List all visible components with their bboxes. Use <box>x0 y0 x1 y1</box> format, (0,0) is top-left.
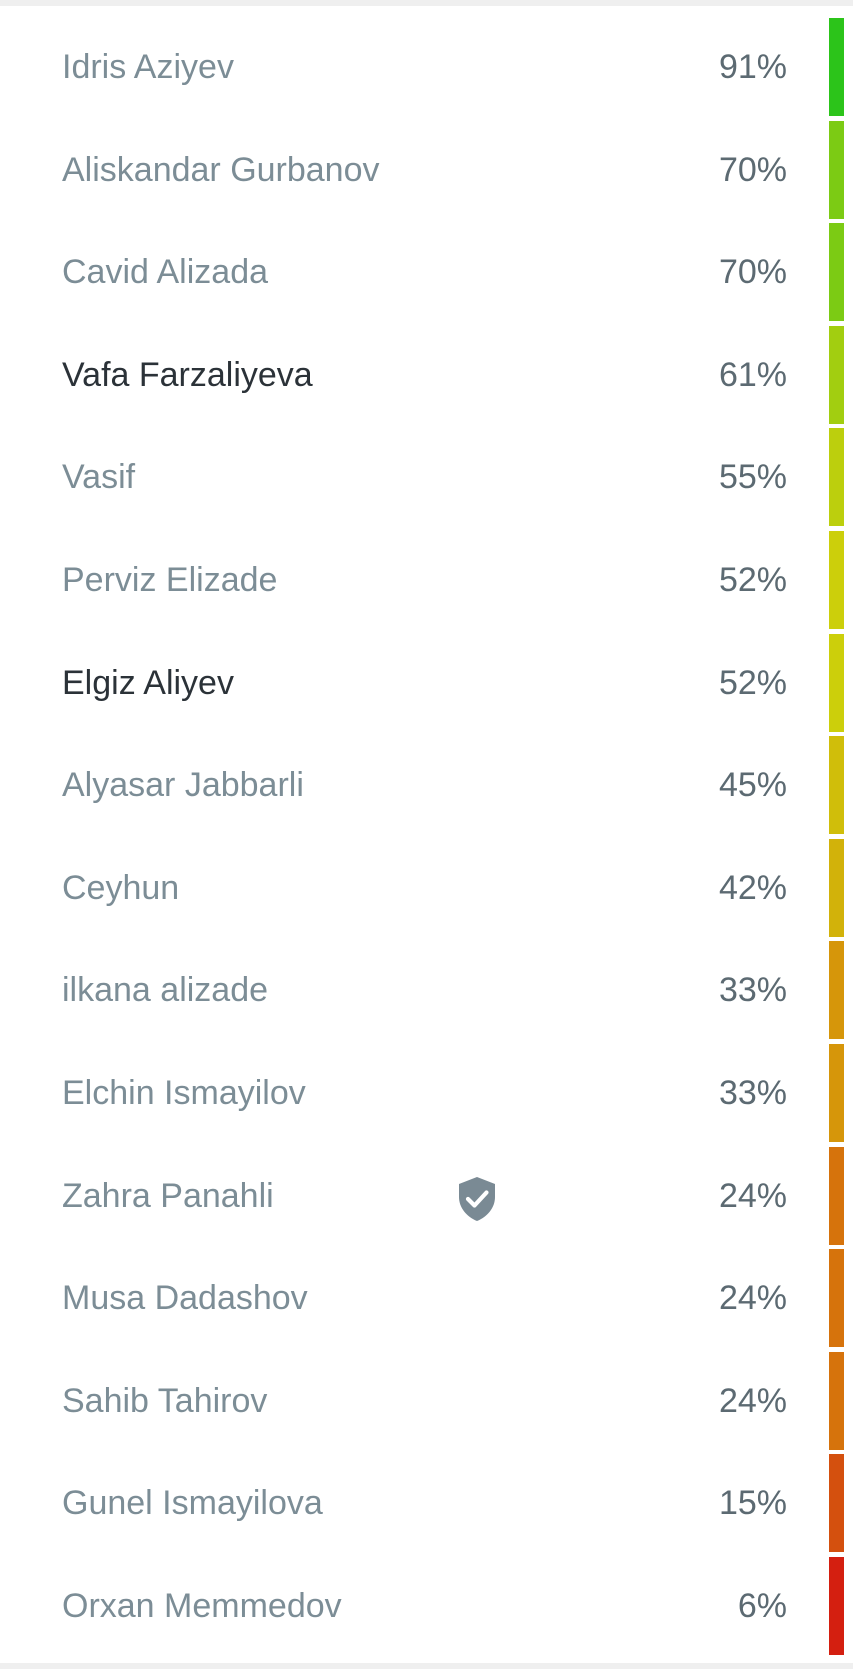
score-color-bar <box>829 120 844 219</box>
percentage-value: 24% <box>718 1381 787 1420</box>
list-item[interactable]: Musa Dadashov 24% <box>0 1249 853 1352</box>
list-item[interactable]: Elchin Ismayilov 33% <box>0 1043 853 1147</box>
player-name: Vafa Farzaliyeva <box>62 355 313 394</box>
score-color-bar <box>829 18 844 116</box>
score-color-bar <box>829 941 844 1040</box>
list-item[interactable]: Orxan Memmedov 6% <box>0 1556 853 1660</box>
player-name: Gunel Ismayilova <box>62 1484 323 1523</box>
percentage-value: 42% <box>718 868 787 907</box>
list-item[interactable]: Vasif 55% <box>0 428 853 531</box>
results-panel: Idris Aziyev 91% Aliskandar Gurbanov 70% Cav… <box>0 6 853 1663</box>
percentage-value: 52% <box>718 560 787 599</box>
percentage-value: 24% <box>718 1279 787 1318</box>
list-item[interactable]: Alyasar Jabbarli 45% <box>0 736 853 839</box>
score-color-bar <box>829 633 844 732</box>
player-name: ilkana alizade <box>62 971 269 1010</box>
percentage-value: 6% <box>737 1586 787 1625</box>
list-item[interactable]: ilkana alizade 33% <box>0 941 853 1044</box>
player-name: Sahib Tahirov <box>62 1381 268 1420</box>
percentage-value: 52% <box>718 663 787 702</box>
score-color-bar <box>829 428 844 527</box>
list-item[interactable]: Ceyhun 42% <box>0 838 853 942</box>
score-color-bar <box>829 838 844 937</box>
list-item[interactable]: Idris Aziyev 91% <box>0 18 853 121</box>
results-list: Idris Aziyev 91% Aliskandar Gurbanov 70% Cav… <box>0 18 853 1660</box>
score-color-bar <box>829 1351 844 1450</box>
score-color-bar <box>829 530 844 629</box>
score-color-bar <box>829 1454 844 1553</box>
percentage-value: 70% <box>718 253 787 292</box>
score-color-bar <box>829 1043 844 1142</box>
verified-shield-icon <box>457 1176 497 1222</box>
list-item[interactable]: Elgiz Aliyev 52% <box>0 633 853 737</box>
player-name: Vasif <box>62 458 136 497</box>
percentage-value: 55% <box>718 458 787 497</box>
score-color-bar <box>829 1556 844 1655</box>
percentage-value: 33% <box>718 1073 787 1112</box>
player-name: Orxan Memmedov <box>62 1586 342 1625</box>
list-item[interactable]: Cavid Alizada 70% <box>0 223 853 326</box>
percentage-value: 24% <box>718 1176 787 1215</box>
player-name: Perviz Elizade <box>62 560 278 599</box>
score-color-bar <box>829 223 844 322</box>
percentage-value: 61% <box>718 355 787 394</box>
player-name: Elchin Ismayilov <box>62 1073 306 1112</box>
player-name: Cavid Alizada <box>62 253 269 292</box>
player-name: Ceyhun <box>62 868 180 907</box>
percentage-value: 15% <box>718 1484 787 1523</box>
score-color-bar <box>829 325 844 424</box>
list-item[interactable]: Zahra Panahli 24% <box>0 1146 853 1250</box>
percentage-value: 45% <box>718 766 787 805</box>
score-color-bar <box>829 1146 844 1245</box>
player-name: Idris Aziyev <box>62 48 234 86</box>
list-item[interactable]: Sahib Tahirov 24% <box>0 1351 853 1455</box>
player-name: Elgiz Aliyev <box>62 663 234 702</box>
list-item[interactable]: Vafa Farzaliyeva 61% <box>0 325 853 429</box>
percentage-value: 91% <box>718 48 787 86</box>
list-item[interactable]: Gunel Ismayilova 15% <box>0 1454 853 1557</box>
list-item[interactable]: Perviz Elizade 52% <box>0 530 853 634</box>
percentage-value: 70% <box>718 150 787 189</box>
player-name: Musa Dadashov <box>62 1279 308 1318</box>
player-name: Alyasar Jabbarli <box>62 766 304 805</box>
player-name: Zahra Panahli <box>62 1176 274 1215</box>
list-item[interactable]: Aliskandar Gurbanov 70% <box>0 120 853 224</box>
player-name: Aliskandar Gurbanov <box>62 150 380 189</box>
score-color-bar <box>829 1249 844 1348</box>
score-color-bar <box>829 736 844 835</box>
percentage-value: 33% <box>718 971 787 1010</box>
